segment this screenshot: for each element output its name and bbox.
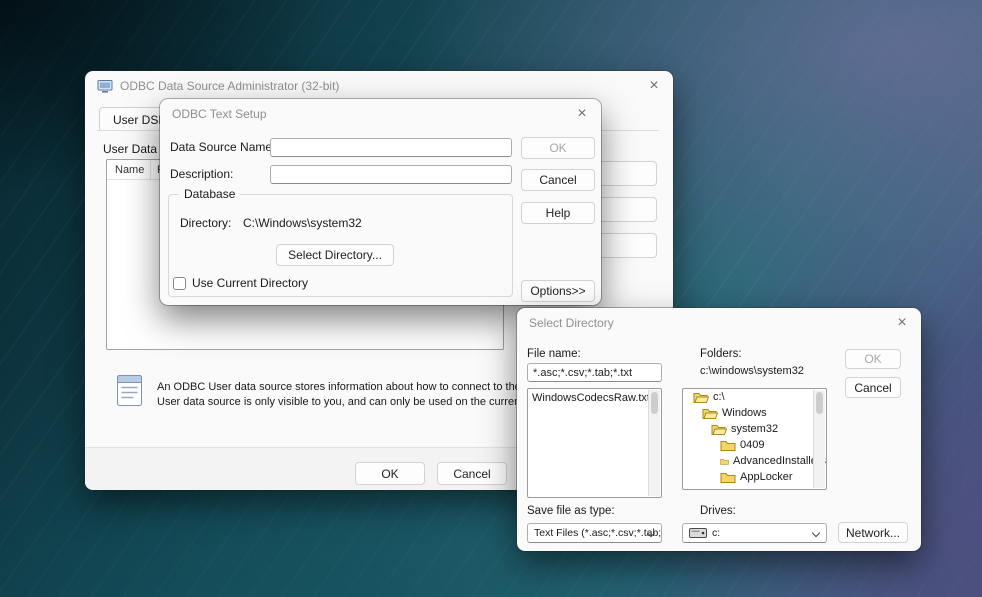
odbc-app-icon [97, 78, 113, 94]
folder-label: AppLocker [740, 471, 793, 483]
titlebar: ODBC Text Setup × [160, 99, 601, 129]
file-type-value: Text Files (*.asc;*.csv;*.tab;*.txt) [534, 527, 662, 539]
folder-tree-scrollbar[interactable] [813, 390, 825, 488]
folders-label: Folders: [700, 348, 742, 360]
desktop-background: ODBC Data Source Administrator (32-bit) … [0, 0, 982, 597]
ok-button[interactable]: OK [845, 349, 901, 369]
folder-label: Windows [722, 407, 767, 419]
window-title: ODBC Data Source Administrator (32-bit) [120, 79, 339, 93]
folder-tree-item[interactable]: Windows [683, 405, 826, 421]
description-input[interactable] [270, 165, 512, 184]
dialog-title: Select Directory [529, 316, 614, 330]
closed-folder-icon [720, 439, 736, 452]
scrollbar-thumb[interactable] [816, 392, 823, 414]
odbc-text-setup-dialog: ODBC Text Setup × Data Source Name: Desc… [160, 99, 601, 305]
file-name-label: File name: [527, 348, 581, 360]
directory-value: C:\Windows\system32 [243, 216, 362, 230]
drives-label: Drives: [700, 505, 736, 517]
cancel-button[interactable]: Cancel [521, 169, 595, 191]
folders-path: c:\windows\system32 [700, 365, 804, 377]
close-icon[interactable]: × [565, 101, 599, 127]
scrollbar-thumb[interactable] [651, 392, 658, 414]
folder-tree-item[interactable]: 0409 [683, 437, 826, 453]
description-label: Description: [170, 167, 233, 181]
file-list[interactable]: WindowsCodecsRaw.txt [527, 388, 662, 498]
select-directory-button[interactable]: Select Directory... [276, 244, 394, 266]
directory-label: Directory: [180, 216, 231, 230]
folder-tree-item[interactable]: c:\ [683, 389, 826, 405]
file-name-input[interactable] [527, 363, 662, 382]
open-folder-icon [711, 423, 727, 436]
database-group-label: Database [179, 187, 240, 201]
network-button[interactable]: Network... [838, 522, 908, 543]
close-icon[interactable]: × [637, 73, 671, 99]
column-header-name[interactable]: Name [107, 160, 151, 179]
save-file-as-type-label: Save file as type: [527, 505, 615, 517]
chevron-down-icon [812, 529, 820, 537]
closed-folder-icon [720, 455, 729, 468]
folder-tree-item[interactable]: AppLocker [683, 469, 826, 485]
folder-label: c:\ [713, 391, 725, 403]
cancel-button[interactable]: Cancel [437, 462, 507, 485]
ok-button[interactable]: OK [521, 137, 595, 159]
options-button[interactable]: Options>> [521, 280, 595, 302]
odbc-info-icon [115, 374, 145, 408]
use-current-directory-label: Use Current Directory [192, 276, 308, 290]
file-list-scrollbar[interactable] [648, 390, 660, 496]
dialog-title: ODBC Text Setup [172, 107, 267, 121]
use-current-directory-checkbox[interactable] [173, 277, 186, 290]
open-folder-icon [693, 391, 709, 404]
data-source-name-label: Data Source Name: [170, 140, 275, 154]
folder-tree-item[interactable]: AdvancedInstallers [683, 453, 826, 469]
folder-tree[interactable]: c:\ Windows system32 0409 AdvancedInstal… [682, 388, 827, 490]
closed-folder-icon [720, 471, 736, 484]
cancel-button[interactable]: Cancel [845, 377, 901, 398]
drive-icon [689, 528, 707, 538]
ok-button[interactable]: OK [355, 462, 425, 485]
drives-dropdown[interactable]: c: [682, 523, 827, 543]
help-button[interactable]: Help [521, 202, 595, 224]
data-source-name-input[interactable] [270, 138, 512, 157]
close-icon[interactable]: × [885, 310, 919, 336]
open-folder-icon [702, 407, 718, 420]
file-list-item[interactable]: WindowsCodecsRaw.txt [528, 389, 649, 406]
titlebar: Select Directory × [517, 308, 921, 338]
folder-tree-item[interactable]: system32 [683, 421, 826, 437]
select-directory-dialog: Select Directory × File name: WindowsCod… [517, 308, 921, 551]
drive-value: c: [712, 527, 720, 539]
folder-label: 0409 [740, 439, 764, 451]
file-type-dropdown[interactable]: Text Files (*.asc;*.csv;*.tab;*.txt) [527, 523, 662, 543]
folder-label: system32 [731, 423, 778, 435]
titlebar: ODBC Data Source Administrator (32-bit) … [85, 71, 673, 101]
